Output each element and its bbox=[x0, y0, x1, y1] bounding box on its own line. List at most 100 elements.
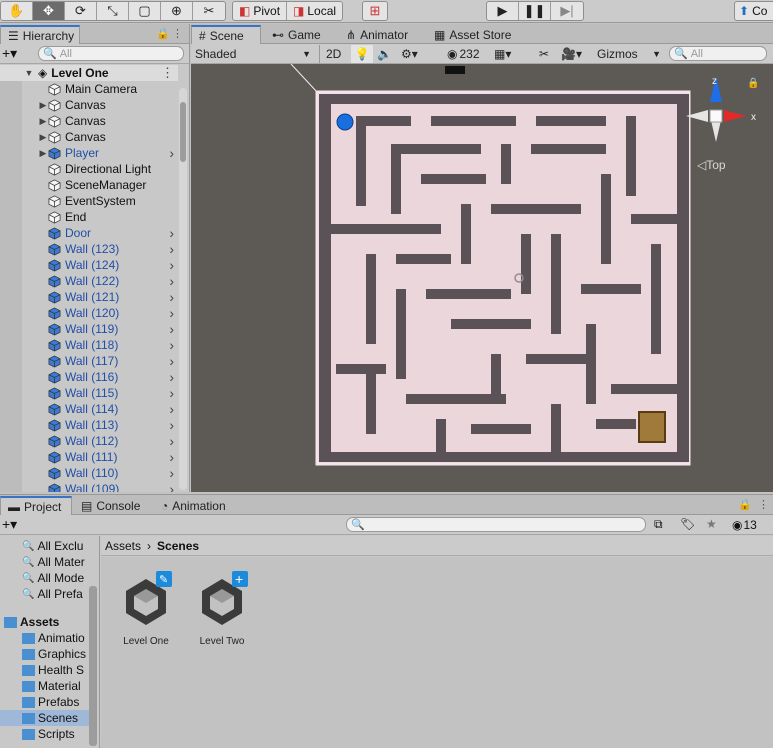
folder-item[interactable]: Scripts bbox=[0, 726, 90, 742]
gizmo-center[interactable] bbox=[709, 109, 723, 123]
prefab-open-chevron-icon[interactable]: › bbox=[169, 401, 174, 417]
folder-item[interactable]: Prefabs bbox=[0, 694, 90, 710]
hierarchy-item[interactable]: ▶ Canvas bbox=[0, 97, 178, 113]
tab-game[interactable]: ⊷ Game bbox=[265, 25, 328, 44]
rect-tool-icon[interactable]: ▢ bbox=[129, 2, 161, 20]
audio-toggle-icon[interactable]: 🔈 bbox=[377, 45, 392, 63]
project-create-icon[interactable]: +▾ bbox=[2, 516, 17, 533]
breadcrumb-scenes[interactable]: Scenes bbox=[157, 539, 199, 553]
favorite-search-item[interactable]: 🔍 All Exclu bbox=[22, 538, 83, 554]
favorite-star-icon[interactable]: ★ bbox=[706, 517, 717, 531]
scene-root-row[interactable]: ▼ ◈ Level One ⋮ bbox=[0, 65, 178, 81]
rotate-tool-icon[interactable]: ⟳ bbox=[65, 2, 97, 20]
tab-animation[interactable]: ◔ Animation bbox=[154, 496, 233, 515]
camera-settings-icon[interactable]: 🎥▾ bbox=[561, 45, 582, 63]
prefab-open-chevron-icon[interactable]: › bbox=[169, 465, 174, 481]
effects-toggle-icon[interactable]: ⚙▾ bbox=[401, 45, 418, 63]
grid-toggle-icon[interactable]: ▦▾ bbox=[494, 45, 511, 63]
foldout-closed-icon[interactable]: ▶ bbox=[38, 100, 48, 111]
scene-menu-icon[interactable]: ⋮ bbox=[161, 65, 174, 81]
hierarchy-item[interactable]: EventSystem bbox=[0, 193, 178, 209]
project-lock-icon[interactable]: 🔒 bbox=[738, 498, 752, 511]
hierarchy-item[interactable]: Wall (116) › bbox=[0, 369, 178, 385]
step-button[interactable]: ▶| bbox=[551, 2, 583, 20]
hierarchy-item[interactable]: End bbox=[0, 209, 178, 225]
hidden-packages-toggle[interactable]: ◉ 13 bbox=[732, 518, 757, 532]
hierarchy-item[interactable]: Main Camera bbox=[0, 81, 178, 97]
foldout-open-icon[interactable]: ▼ bbox=[24, 68, 34, 78]
folder-item[interactable]: Material bbox=[0, 678, 90, 694]
prefab-open-chevron-icon[interactable]: › bbox=[169, 145, 174, 161]
folder-item[interactable]: Graphics bbox=[0, 646, 90, 662]
hierarchy-item[interactable]: Wall (109) › bbox=[0, 481, 178, 492]
project-search-input[interactable]: 🔍 bbox=[346, 517, 646, 532]
tools-toggle-icon[interactable]: ✂ bbox=[539, 45, 549, 63]
foldout-closed-icon[interactable]: ▶ bbox=[38, 148, 48, 159]
hierarchy-item[interactable]: Wall (122) › bbox=[0, 273, 178, 289]
door[interactable] bbox=[638, 411, 666, 443]
hierarchy-item[interactable]: Wall (114) › bbox=[0, 401, 178, 417]
prefab-open-chevron-icon[interactable]: › bbox=[169, 417, 174, 433]
pause-button[interactable]: ❚❚ bbox=[519, 2, 551, 20]
custom-tool-icon[interactable]: ✂ bbox=[193, 2, 225, 20]
hidden-objects-toggle[interactable]: ◉ 232 bbox=[447, 45, 480, 63]
hierarchy-item[interactable]: Wall (119) › bbox=[0, 321, 178, 337]
folder-item[interactable]: Animatio bbox=[0, 630, 90, 646]
scale-tool-icon[interactable]: ⤡ bbox=[97, 2, 129, 20]
tab-project[interactable]: ▬ Project bbox=[0, 496, 72, 515]
project-menu-icon[interactable]: ⋮ bbox=[758, 498, 769, 511]
favorite-search-item[interactable]: 🔍 All Mode bbox=[22, 570, 84, 586]
breadcrumb-assets[interactable]: Assets bbox=[105, 539, 141, 553]
hierarchy-item[interactable]: SceneManager bbox=[0, 177, 178, 193]
lighting-toggle-icon[interactable]: 💡 bbox=[351, 45, 373, 63]
local-toggle[interactable]: ◨ Local bbox=[287, 2, 342, 20]
prefab-open-chevron-icon[interactable]: › bbox=[169, 257, 174, 273]
mode-2d-toggle[interactable]: 2D bbox=[319, 45, 341, 63]
gizmos-dropdown[interactable]: Gizmos ▼ bbox=[597, 45, 661, 63]
hierarchy-item[interactable]: Wall (113) › bbox=[0, 417, 178, 433]
asset-level-two[interactable]: + Level Two bbox=[187, 567, 257, 647]
hierarchy-item[interactable]: Wall (118) › bbox=[0, 337, 178, 353]
asset-level-one[interactable]: ✎ Level One bbox=[111, 567, 181, 647]
transform-tool-icon[interactable]: ⊕ bbox=[161, 2, 193, 20]
scene-search-input[interactable]: 🔍 All bbox=[669, 46, 767, 61]
hierarchy-item[interactable]: Wall (124) › bbox=[0, 257, 178, 273]
prefab-open-chevron-icon[interactable]: › bbox=[169, 225, 174, 241]
move-tool-icon[interactable]: ✥ bbox=[33, 2, 65, 20]
tab-animator[interactable]: ⋔ Animator bbox=[339, 25, 415, 44]
pivot-toggle[interactable]: ◧ Pivot bbox=[233, 2, 288, 20]
prefab-open-chevron-icon[interactable]: › bbox=[169, 433, 174, 449]
maze[interactable] bbox=[315, 90, 691, 466]
prefab-open-chevron-icon[interactable]: › bbox=[169, 385, 174, 401]
favorite-search-item[interactable]: 🔍 All Mater bbox=[22, 554, 85, 570]
prefab-open-chevron-icon[interactable]: › bbox=[169, 321, 174, 337]
foldout-closed-icon[interactable]: ▶ bbox=[38, 116, 48, 127]
lock-icon[interactable]: 🔒 bbox=[156, 27, 170, 40]
create-plus-icon[interactable]: +▾ bbox=[2, 45, 17, 62]
player-ball[interactable] bbox=[336, 113, 354, 131]
prefab-open-chevron-icon[interactable]: › bbox=[169, 353, 174, 369]
hierarchy-item[interactable]: Wall (112) › bbox=[0, 433, 178, 449]
tab-hierarchy[interactable]: ☰ Hierarchy bbox=[0, 25, 80, 44]
collab-button[interactable]: ⬆ Co bbox=[734, 1, 773, 21]
foldout-closed-icon[interactable]: ▶ bbox=[38, 132, 48, 143]
hand-tool-icon[interactable]: ✋ bbox=[1, 2, 33, 20]
hierarchy-item[interactable]: Wall (115) › bbox=[0, 385, 178, 401]
prefab-open-chevron-icon[interactable]: › bbox=[169, 449, 174, 465]
hierarchy-item[interactable]: Wall (117) › bbox=[0, 353, 178, 369]
prefab-open-chevron-icon[interactable]: › bbox=[169, 305, 174, 321]
hierarchy-item[interactable]: Wall (120) › bbox=[0, 305, 178, 321]
prefab-open-chevron-icon[interactable]: › bbox=[169, 369, 174, 385]
filter-type-icon[interactable]: ⧉ bbox=[654, 517, 663, 532]
tab-asset-store[interactable]: ▦ Asset Store bbox=[427, 25, 518, 44]
prefab-open-chevron-icon[interactable]: › bbox=[169, 289, 174, 305]
hierarchy-item[interactable]: Wall (123) › bbox=[0, 241, 178, 257]
play-button[interactable]: ▶ bbox=[487, 2, 519, 20]
panel-menu-icon[interactable]: ⋮ bbox=[172, 27, 183, 40]
hierarchy-item[interactable]: Door › bbox=[0, 225, 178, 241]
hierarchy-search-input[interactable]: 🔍 All bbox=[38, 46, 184, 61]
prefab-open-chevron-icon[interactable]: › bbox=[169, 337, 174, 353]
snap-toggle[interactable]: ⊞ bbox=[362, 1, 388, 21]
hierarchy-scroll-thumb[interactable] bbox=[180, 102, 186, 162]
prefab-open-chevron-icon[interactable]: › bbox=[169, 481, 174, 492]
